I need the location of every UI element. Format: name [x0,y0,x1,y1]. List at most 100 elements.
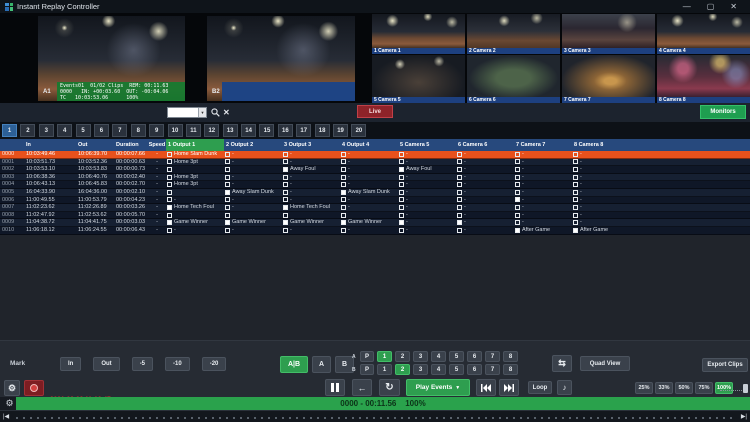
camera-thumb[interactable] [372,14,465,48]
progress-gear-icon[interactable]: ⚙ [3,397,16,410]
event-checkbox[interactable] [573,220,578,225]
camera-6-b-button[interactable]: 6 [467,364,482,375]
event-checkbox[interactable] [515,159,520,164]
monitors-button[interactable]: Monitors [700,105,746,119]
event-checkbox[interactable] [573,197,578,202]
zoom-25%-button[interactable]: 25% [635,382,653,394]
tab-17[interactable]: 17 [296,124,311,137]
event-checkbox[interactable] [515,228,520,233]
ab-mode-button[interactable]: A|B [280,356,308,373]
event-checkbox[interactable] [515,197,520,202]
camera-thumb[interactable] [657,55,750,97]
event-checkbox[interactable] [515,205,520,210]
event-checkbox[interactable] [225,190,230,195]
table-row[interactable]: 000911:04:38.7211:04:41.7500:00:03.03-Ga… [0,219,750,227]
table-row[interactable]: 000711:02:23.6211:02:26.8900:00:03.26-Ho… [0,204,750,212]
table-row[interactable]: 000410:06:43.1310:06:45.8300:00:02.70-Ho… [0,181,750,189]
event-checkbox[interactable] [457,152,462,157]
camera-1-a-button[interactable]: 1 [377,351,392,362]
record-button[interactable] [24,380,44,396]
event-checkbox[interactable] [283,159,288,164]
table-row[interactable]: 000310:06:38.3610:06:40.7600:00:02.40-Ho… [0,174,750,182]
event-checkbox[interactable] [283,167,288,172]
event-checkbox[interactable] [283,152,288,157]
camera-thumb[interactable] [467,55,560,97]
preview-a-button[interactable]: P [360,351,374,362]
table-row[interactable]: 000110:03:51.7310:03:52.3600:00:00.63-Ho… [0,159,750,167]
event-checkbox[interactable] [225,205,230,210]
loop-button[interactable]: Loop [528,381,552,394]
close-icon[interactable]: ✕ [730,0,737,13]
event-checkbox[interactable] [457,213,462,218]
camera-4-b-button[interactable]: 4 [431,364,446,375]
camera-6-a-button[interactable]: 6 [467,351,482,362]
tab-10[interactable]: 10 [168,124,183,137]
event-checkbox[interactable] [167,220,172,225]
event-checkbox[interactable] [515,167,520,172]
quad-view-button[interactable]: Quad View [580,356,630,371]
event-checkbox[interactable] [283,197,288,202]
event-checkbox[interactable] [399,152,404,157]
tab-20[interactable]: 20 [351,124,366,137]
event-checkbox[interactable] [457,220,462,225]
camera-cell[interactable]: 5 Camera 5 [372,55,465,103]
event-checkbox[interactable] [573,167,578,172]
event-checkbox[interactable] [341,152,346,157]
tab-4[interactable]: 4 [57,124,72,137]
event-checkbox[interactable] [341,175,346,180]
tab-14[interactable]: 14 [241,124,256,137]
event-checkbox[interactable] [457,182,462,187]
event-checkbox[interactable] [283,175,288,180]
event-checkbox[interactable] [283,182,288,187]
out-button[interactable]: Out [93,357,119,371]
event-checkbox[interactable] [573,213,578,218]
event-checkbox[interactable] [341,205,346,210]
event-checkbox[interactable] [457,228,462,233]
event-checkbox[interactable] [225,167,230,172]
table-row[interactable]: 000811:02:47.9211:02:53.6200:00:05.70---… [0,212,750,220]
event-checkbox[interactable] [399,213,404,218]
camera-thumb[interactable] [657,14,750,48]
a-mode-button[interactable]: A [312,356,331,373]
search-clear-icon[interactable]: ✕ [223,106,230,118]
event-checkbox[interactable] [399,197,404,202]
event-checkbox[interactable] [515,182,520,187]
event-checkbox[interactable] [399,205,404,210]
event-checkbox[interactable] [225,175,230,180]
slider-handle[interactable] [743,384,748,393]
timeline-end-icon[interactable]: ▶| [741,413,747,420]
minimize-icon[interactable]: — [683,0,691,13]
preview-b-button[interactable]: P [360,364,374,375]
camera-cell[interactable]: 4 Camera 4 [657,14,750,54]
tab-5[interactable]: 5 [76,124,91,137]
program-monitor-a[interactable]: Events01 01/02 Clips REM: 00:11.630000 I… [38,16,185,101]
skip-start-button[interactable] [476,379,496,396]
camera-thumb[interactable] [467,14,560,48]
event-checkbox[interactable] [225,182,230,187]
live-button[interactable]: Live [357,105,393,118]
event-checkbox[interactable] [225,228,230,233]
event-checkbox[interactable] [341,228,346,233]
event-checkbox[interactable] [573,159,578,164]
tab-13[interactable]: 13 [223,124,238,137]
event-checkbox[interactable] [573,175,578,180]
search-dropdown-icon[interactable]: ▼ [198,108,206,117]
event-checkbox[interactable] [399,220,404,225]
camera-5-b-button[interactable]: 5 [449,364,464,375]
event-checkbox[interactable] [167,159,172,164]
settings-gear-icon[interactable]: ⚙ [4,380,20,396]
event-checkbox[interactable] [167,175,172,180]
event-checkbox[interactable] [341,167,346,172]
event-checkbox[interactable] [283,213,288,218]
camera-3-b-button[interactable]: 3 [413,364,428,375]
maximize-icon[interactable]: ▢ [707,0,715,13]
event-checkbox[interactable] [283,190,288,195]
event-checkbox[interactable] [341,213,346,218]
event-checkbox[interactable] [341,220,346,225]
event-checkbox[interactable] [225,213,230,218]
event-checkbox[interactable] [399,190,404,195]
event-checkbox[interactable] [225,197,230,202]
event-checkbox[interactable] [515,152,520,157]
event-checkbox[interactable] [399,175,404,180]
tab-19[interactable]: 19 [333,124,348,137]
